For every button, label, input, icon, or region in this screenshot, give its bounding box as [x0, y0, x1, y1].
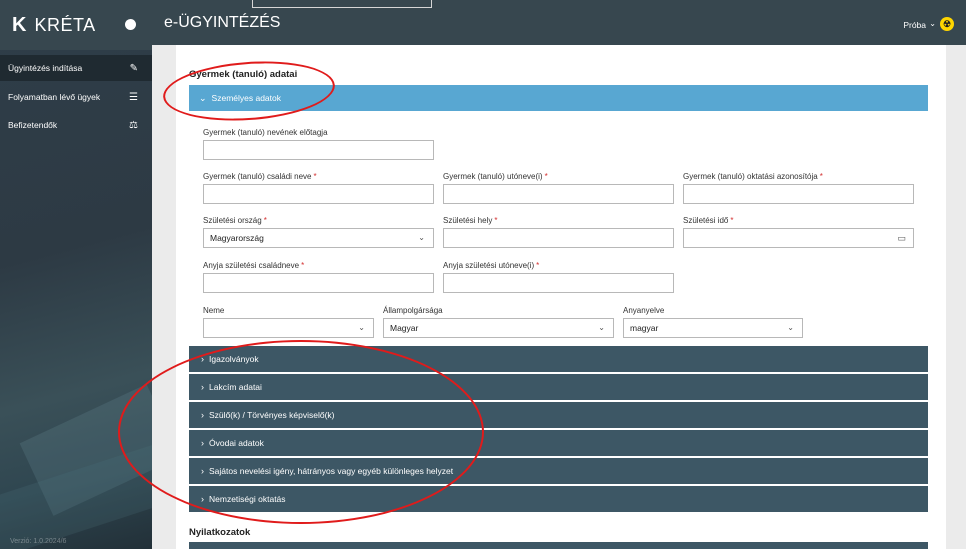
- birth-country-label: Születési ország *: [203, 216, 267, 225]
- birth-date-input[interactable]: ▭: [683, 228, 914, 248]
- chevron-down-icon[interactable]: ⌄: [929, 19, 936, 28]
- sex-select[interactable]: ⌄: [203, 318, 374, 338]
- given-name-label: Gyermek (tanuló) utóneve(i) *: [443, 172, 548, 181]
- sidebar-item-payments[interactable]: Befizetendők ⚖: [0, 112, 152, 138]
- payment-icon: ⚖: [129, 119, 138, 131]
- chevron-down-icon: ⌄: [358, 323, 365, 332]
- panel-declarations[interactable]: [189, 542, 928, 549]
- family-name-input[interactable]: [203, 184, 434, 204]
- kreta-logo-icon: K: [12, 13, 27, 36]
- birth-country-select[interactable]: Magyarország ⌄: [203, 228, 434, 248]
- mother-family-label: Anyja születési családneve *: [203, 261, 305, 270]
- sidebar-header: K KRÉTA: [0, 0, 152, 50]
- family-name-label: Gyermek (tanuló) családi neve *: [203, 172, 317, 181]
- birth-date-label: Születési idő *: [683, 216, 734, 225]
- citizenship-select[interactable]: Magyar ⌄: [383, 318, 614, 338]
- language-label: Anyanyelve: [623, 306, 665, 315]
- citizenship-label: Állampolgársága: [383, 306, 443, 315]
- prefix-input[interactable]: [203, 140, 434, 160]
- language-value: magyar: [630, 323, 659, 333]
- radiation-icon: ☢: [940, 17, 954, 31]
- sidebar-item-label: Ügyintézés indítása: [8, 63, 83, 73]
- list-icon: ☰: [129, 91, 138, 103]
- sidebar-toggle[interactable]: [125, 19, 136, 30]
- birth-place-label: Születési hely *: [443, 216, 498, 225]
- chevron-down-icon: ⌄: [418, 233, 425, 242]
- user-menu[interactable]: Próba: [903, 20, 926, 30]
- language-select[interactable]: magyar ⌄: [623, 318, 803, 338]
- chevron-down-icon: ⌄: [598, 323, 605, 332]
- mother-given-label: Anyja születési utóneve(i) *: [443, 261, 540, 270]
- top-strip: [252, 0, 432, 8]
- calendar-icon[interactable]: ▭: [897, 233, 906, 244]
- annotation-ellipse: [118, 340, 484, 524]
- mother-family-input[interactable]: [203, 273, 434, 293]
- birth-place-input[interactable]: [443, 228, 674, 248]
- sidebar-item-start-case[interactable]: Ügyintézés indítása ✎: [0, 55, 152, 81]
- section-title-declarations: Nyilatkozatok: [189, 527, 251, 538]
- sex-label: Neme: [203, 306, 225, 315]
- page-title: e-ÜGYINTÉZÉS: [164, 13, 281, 31]
- edu-id-input[interactable]: [683, 184, 914, 204]
- prefix-label: Gyermek (tanuló) nevének előtagja: [203, 128, 328, 137]
- citizenship-value: Magyar: [390, 323, 419, 333]
- sidebar-item-ongoing-cases[interactable]: Folyamatban lévő ügyek ☰: [0, 84, 152, 110]
- sidebar: K KRÉTA Ügyintézés indítása ✎ Folyamatba…: [0, 0, 152, 549]
- sidebar-item-label: Befizetendők: [8, 120, 58, 130]
- mother-given-input[interactable]: [443, 273, 674, 293]
- chevron-down-icon: ⌄: [787, 323, 794, 332]
- edu-id-label: Gyermek (tanuló) oktatási azonosítója *: [683, 172, 823, 181]
- version-text: Verzió: 1.0.2024/6: [10, 538, 67, 545]
- birth-country-value: Magyarország: [210, 233, 264, 243]
- sidebar-item-label: Folyamatban lévő ügyek: [8, 92, 101, 102]
- given-name-input[interactable]: [443, 184, 674, 204]
- new-document-icon: ✎: [129, 62, 138, 74]
- app-name: KRÉTA: [34, 14, 96, 35]
